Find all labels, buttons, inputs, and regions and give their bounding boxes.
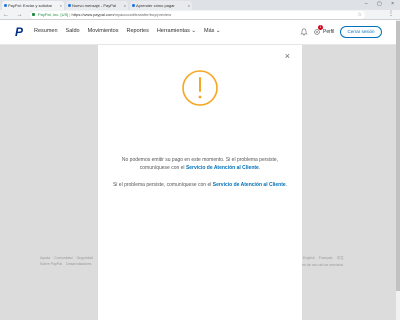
paypal-favicon-icon [4, 4, 7, 7]
browser-menu-icon[interactable]: ⋮ [388, 10, 394, 17]
nav-reportes[interactable]: Reportes [127, 28, 149, 34]
close-icon[interactable]: × [285, 51, 290, 61]
close-icon[interactable]: × [60, 1, 62, 10]
footer-left: Ayuda Comunidad Seguridad Sobre PayPal D… [40, 256, 93, 268]
browser-tab-1[interactable]: PayPal: Enviar y solicitar × [2, 1, 64, 10]
footer-link-desarrolladores[interactable]: Desarrolladores [66, 262, 91, 266]
profile-link[interactable]: Perfil [323, 29, 334, 35]
url-field[interactable]: PayPal, Inc. [US] | https://www.paypal.c… [30, 11, 365, 19]
address-bar: ← → ↻ PayPal, Inc. [US] | https://www.pa… [0, 10, 400, 20]
paypal-header: P Resumen Saldo Movimientos Reportes Her… [0, 20, 400, 45]
paypal-logo[interactable]: P [15, 26, 25, 38]
nav-saldo[interactable]: Saldo [66, 28, 80, 34]
error-message-secondary-text: Si el problema persiste, comuníquese con… [112, 182, 212, 188]
close-icon[interactable]: × [124, 1, 126, 10]
window-controls[interactable]: – ▢ × [365, 1, 398, 7]
customer-service-link-secondary[interactable]: Servicio de Atención al Cliente [213, 182, 286, 188]
lock-icon [32, 13, 35, 16]
bookmark-star-icon[interactable]: ☆ [358, 11, 362, 19]
nav-mas[interactable]: Más ⌄ [204, 28, 221, 34]
browser-tab-3[interactable]: Aprender cómo pagar × [130, 1, 192, 10]
lang-english[interactable]: English [303, 256, 315, 261]
browser-tab-3-label: Aprender cómo pagar [136, 3, 175, 8]
browser-tab-1-label: PayPal: Enviar y solicitar [8, 3, 53, 8]
nav-herramientas[interactable]: Herramientas ⌄ [157, 28, 196, 34]
scrollbar-thumb[interactable] [396, 21, 400, 291]
lang-francais[interactable]: Français [319, 256, 333, 261]
error-message-secondary: Si el problema persiste, comuníquese con… [112, 182, 288, 188]
browser-tab-bar: PayPal: Enviar y solicitar × Nuevo mensa… [0, 0, 400, 10]
url-domain: https://www.paypal.com [71, 12, 114, 17]
error-message: No podemos emitir su pago en este moment… [121, 157, 279, 171]
paypal-favicon-icon [68, 4, 71, 7]
browser-tab-2-label: Nuevo mensaje - PayPal [72, 3, 117, 8]
bell-icon[interactable] [300, 28, 308, 36]
browser-tab-2[interactable]: Nuevo mensaje - PayPal × [66, 1, 128, 10]
lang-chinese[interactable]: 中文 [337, 256, 344, 261]
nav-movimientos[interactable]: Movimientos [88, 28, 119, 34]
warning-icon [182, 70, 218, 106]
paypal-favicon-icon [132, 4, 135, 7]
close-icon[interactable]: × [188, 1, 190, 10]
footer-link-sobre[interactable]: Sobre PayPal [40, 262, 62, 266]
error-modal: × No podemos emitir su pago en este mome… [98, 45, 302, 320]
footer-link-ayuda[interactable]: Ayuda [40, 256, 50, 260]
customer-service-link[interactable]: Servicio de Atención al Cliente [186, 165, 259, 171]
main-nav: Resumen Saldo Movimientos Reportes Herra… [34, 28, 221, 34]
secure-label: PayPal, Inc. [US] [38, 12, 69, 17]
logout-button[interactable]: Cerrar sesión [340, 26, 382, 38]
footer-link-comunidad[interactable]: Comunidad [54, 256, 72, 260]
footer-link-seguridad[interactable]: Seguridad [77, 256, 93, 260]
nav-resumen[interactable]: Resumen [34, 28, 58, 34]
url-path: /myaccount/transfer/buy/preview [113, 12, 172, 17]
